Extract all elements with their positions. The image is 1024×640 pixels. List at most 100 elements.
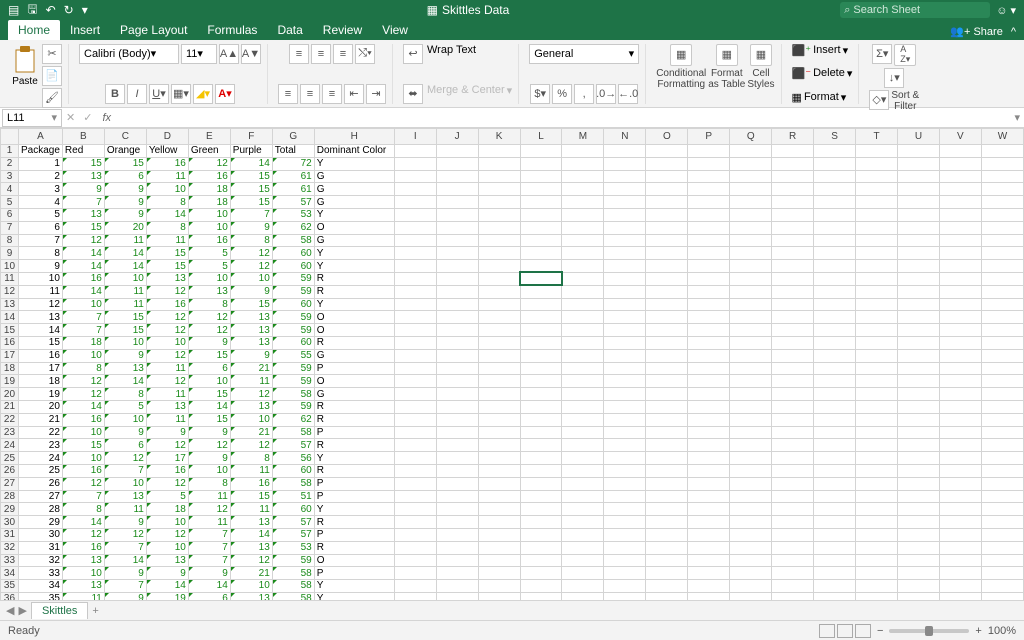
cell[interactable] xyxy=(939,592,981,600)
cell[interactable] xyxy=(897,260,939,273)
cell[interactable] xyxy=(688,375,730,388)
cell[interactable]: 30 xyxy=(18,528,62,541)
cell[interactable] xyxy=(604,375,646,388)
cell[interactable] xyxy=(688,272,730,285)
cell[interactable]: 13 xyxy=(230,516,272,529)
cell[interactable] xyxy=(856,324,898,337)
cell[interactable] xyxy=(520,247,562,260)
cell[interactable] xyxy=(394,464,436,477)
cell[interactable] xyxy=(604,234,646,247)
cell[interactable] xyxy=(520,208,562,221)
cell[interactable]: O xyxy=(314,324,394,337)
cell[interactable] xyxy=(562,196,604,209)
cell[interactable]: 10 xyxy=(146,183,188,196)
cell[interactable] xyxy=(730,516,772,529)
cell[interactable]: 12 xyxy=(146,285,188,298)
cell[interactable] xyxy=(856,528,898,541)
col-header-A[interactable]: A xyxy=(18,129,62,145)
cell[interactable]: 59 xyxy=(272,311,314,324)
cell[interactable] xyxy=(981,503,1023,516)
cell[interactable]: Y xyxy=(314,247,394,260)
cell[interactable] xyxy=(688,413,730,426)
cell[interactable] xyxy=(646,157,688,170)
cell[interactable] xyxy=(436,452,478,465)
cell[interactable] xyxy=(814,477,856,490)
underline-button[interactable]: U▾ xyxy=(149,84,169,104)
cell[interactable]: 13 xyxy=(104,362,146,375)
cell[interactable]: 8 xyxy=(104,388,146,401)
cell[interactable]: 10 xyxy=(104,413,146,426)
cell[interactable]: R xyxy=(314,272,394,285)
col-header-M[interactable]: M xyxy=(562,129,604,145)
cell[interactable] xyxy=(436,592,478,600)
cell[interactable] xyxy=(730,400,772,413)
cell[interactable] xyxy=(604,362,646,375)
cell[interactable] xyxy=(730,567,772,580)
cell[interactable]: G xyxy=(314,388,394,401)
percent-icon[interactable]: % xyxy=(552,84,572,104)
cell[interactable] xyxy=(436,157,478,170)
row-header[interactable]: 2 xyxy=(1,157,19,170)
redo-icon[interactable]: ↻ xyxy=(64,3,74,17)
cell[interactable]: 60 xyxy=(272,298,314,311)
cell[interactable] xyxy=(772,157,814,170)
cell[interactable] xyxy=(981,362,1023,375)
cell[interactable]: R xyxy=(314,541,394,554)
cell[interactable] xyxy=(478,592,520,600)
cell[interactable] xyxy=(562,145,604,158)
cell[interactable] xyxy=(981,464,1023,477)
more-qat-icon[interactable]: ▾ xyxy=(82,3,88,17)
cell[interactable] xyxy=(730,439,772,452)
cancel-formula-icon[interactable]: ✕ xyxy=(62,111,79,124)
cell[interactable] xyxy=(478,298,520,311)
cell[interactable]: 12 xyxy=(146,375,188,388)
cell[interactable] xyxy=(772,298,814,311)
cell[interactable]: 9 xyxy=(146,567,188,580)
cell[interactable] xyxy=(688,554,730,567)
cell[interactable]: 2 xyxy=(18,170,62,183)
cell[interactable] xyxy=(688,311,730,324)
cell[interactable] xyxy=(646,554,688,567)
cell[interactable]: 13 xyxy=(230,541,272,554)
header-cell[interactable]: Green xyxy=(188,145,230,158)
row-header[interactable]: 10 xyxy=(1,260,19,273)
cell[interactable] xyxy=(730,208,772,221)
cell[interactable] xyxy=(939,196,981,209)
cell[interactable] xyxy=(730,477,772,490)
cell[interactable] xyxy=(478,477,520,490)
cell[interactable]: G xyxy=(314,349,394,362)
cell[interactable] xyxy=(981,221,1023,234)
cell[interactable]: 34 xyxy=(18,580,62,593)
col-header-Q[interactable]: Q xyxy=(730,129,772,145)
cell[interactable]: 13 xyxy=(62,208,104,221)
cell[interactable] xyxy=(730,260,772,273)
cell[interactable] xyxy=(436,349,478,362)
cell[interactable]: 35 xyxy=(18,592,62,600)
cell[interactable]: 10 xyxy=(62,567,104,580)
cell[interactable]: 12 xyxy=(62,234,104,247)
cell[interactable]: R xyxy=(314,336,394,349)
cell[interactable] xyxy=(981,260,1023,273)
cell[interactable] xyxy=(856,260,898,273)
cell[interactable] xyxy=(981,247,1023,260)
cell[interactable] xyxy=(981,554,1023,567)
cell[interactable]: 32 xyxy=(18,554,62,567)
cell[interactable] xyxy=(604,157,646,170)
cell[interactable] xyxy=(646,170,688,183)
cell[interactable] xyxy=(604,541,646,554)
cell[interactable] xyxy=(562,183,604,196)
row-header[interactable]: 6 xyxy=(1,208,19,221)
cell[interactable] xyxy=(856,272,898,285)
cell[interactable] xyxy=(394,554,436,567)
cell[interactable] xyxy=(814,528,856,541)
cell[interactable]: Y xyxy=(314,260,394,273)
cell[interactable]: 9 xyxy=(146,426,188,439)
cell[interactable]: 59 xyxy=(272,362,314,375)
cell[interactable] xyxy=(562,426,604,439)
cell[interactable] xyxy=(604,464,646,477)
cell[interactable] xyxy=(646,541,688,554)
cell[interactable] xyxy=(604,426,646,439)
cell[interactable] xyxy=(897,528,939,541)
cell[interactable] xyxy=(772,490,814,503)
cell[interactable] xyxy=(939,541,981,554)
